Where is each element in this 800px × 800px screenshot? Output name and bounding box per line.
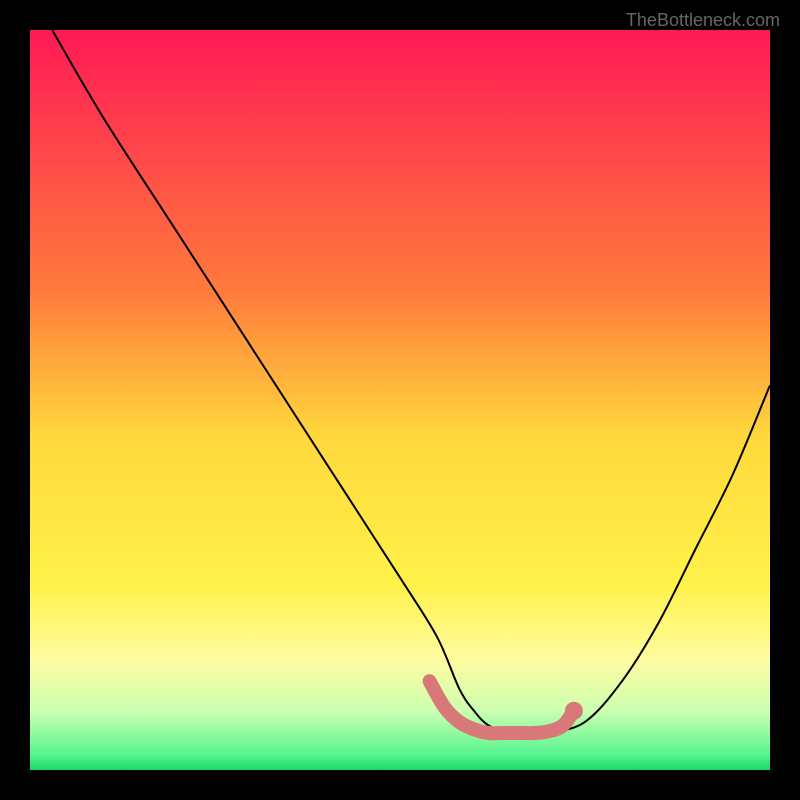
plot-area (30, 30, 770, 770)
bottleneck-curve (52, 30, 770, 734)
curve-layer (30, 30, 770, 770)
watermark-text: TheBottleneck.com (626, 10, 780, 31)
highlight-endpoint (565, 702, 583, 720)
highlight-minimum (430, 681, 574, 733)
